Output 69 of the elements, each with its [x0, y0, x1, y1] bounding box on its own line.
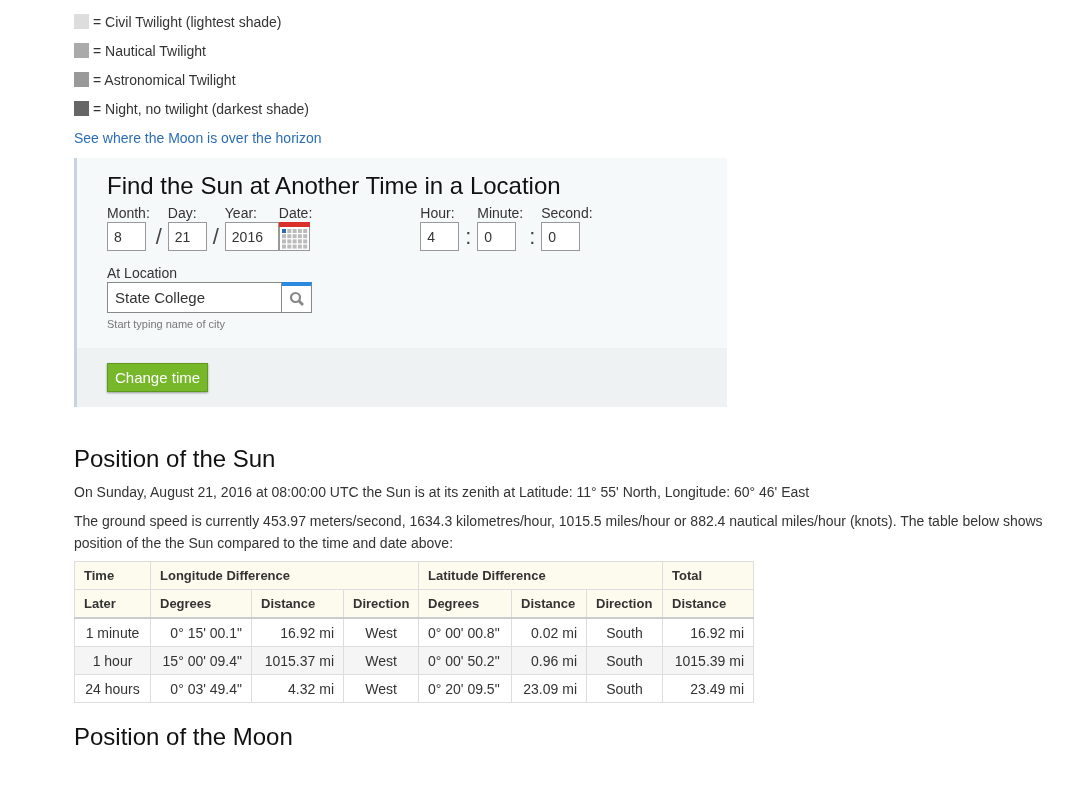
table-cell: 15° 00' 09.4" [150, 646, 252, 675]
input-field[interactable]: 21 [167, 222, 207, 251]
column-header: Degrees [418, 589, 512, 618]
separator: : [528, 223, 537, 251]
table-cell: 4.32 mi [251, 674, 344, 703]
table-cell: South [586, 618, 663, 647]
input-field[interactable]: 8 [107, 222, 146, 251]
table-cell: 0.02 mi [511, 618, 587, 647]
table-cell: 0° 00' 00.8" [418, 618, 512, 647]
table-cell: 1 minute [74, 618, 151, 647]
field-label: Second: [541, 204, 593, 222]
column-header: Direction [586, 589, 663, 618]
field-label: Day: [167, 204, 198, 222]
legend-label: = Nautical Twilight [93, 42, 206, 59]
zenith-text: On Sunday, August 21, 2016 at 08:00:00 UTC the Sun is at its zenith at Latitude: 11° 55' North, Longitude: 60° 46' East [74, 483, 811, 502]
table-cell: 0.96 mi [511, 646, 587, 675]
input-field[interactable]: 2016 [224, 222, 279, 251]
table-cell: 1015.39 mi [662, 646, 754, 675]
field-label: Minute: [477, 204, 524, 222]
field-label: At Location [107, 264, 179, 282]
moon-link[interactable]: See where the Moon is over the horizon [74, 130, 322, 146]
column-header: Time [74, 561, 151, 590]
table-cell: 1 hour [74, 646, 151, 675]
field-label: Hour: [420, 204, 456, 222]
table-cell: 23.49 mi [662, 674, 754, 703]
table-cell: South [586, 646, 663, 675]
input-field[interactable]: 0 [541, 222, 581, 251]
field-hint: Start typing name of city [107, 318, 226, 330]
table-cell: 0° 20' 09.5" [418, 674, 512, 703]
calendar-icon[interactable] [278, 222, 310, 251]
table-cell: West [343, 674, 419, 703]
speed-text: The ground speed is currently 453.97 meters/second, 1634.3 kilometres/hour, 1015.5 miles/hour or 882.4 nautical miles/hour (knots). The table below shows position of the the Sun compared to the time and date above: [74, 512, 1044, 553]
separator: / [154, 223, 163, 251]
table-cell: 0° 00' 50.2" [418, 646, 512, 675]
search-button[interactable] [282, 282, 312, 313]
table-cell: 0° 03' 49.4" [150, 674, 252, 703]
column-header: Total [662, 561, 754, 590]
column-header: Distance [511, 589, 587, 618]
legend-label: = Night, no twilight (darkest shade) [93, 100, 309, 117]
field-label: Month: [107, 204, 150, 222]
field-label: Date: [278, 204, 313, 222]
table-cell: 1015.37 mi [251, 646, 344, 675]
column-header: Later [74, 589, 151, 618]
section-heading: Position of the Moon [74, 723, 294, 751]
legend-label: = Astronomical Twilight [93, 71, 236, 88]
search-icon [288, 291, 305, 307]
column-header: Distance [662, 589, 754, 618]
table-cell: West [343, 646, 419, 675]
table-cell: 16.92 mi [251, 618, 344, 647]
table-cell: 24 hours [74, 674, 151, 703]
table-cell: West [343, 618, 419, 647]
location-field[interactable]: State College [107, 282, 282, 313]
separator: : [464, 223, 473, 251]
separator: / [211, 223, 220, 251]
form-title: Find the Sun at Another Time in a Location [107, 172, 562, 200]
column-header: Longitude Difference [150, 561, 419, 590]
legend-label: = Civil Twilight (lightest shade) [93, 13, 282, 30]
table-cell: 16.92 mi [662, 618, 754, 647]
column-header: Distance [251, 589, 344, 618]
field-label: Year: [224, 204, 258, 222]
table-cell: South [586, 674, 663, 703]
input-field[interactable]: 4 [420, 222, 460, 251]
table-cell: 23.09 mi [511, 674, 587, 703]
table-cell: 0° 15' 00.1" [150, 618, 252, 647]
column-header: Direction [343, 589, 419, 618]
input-field[interactable]: 0 [477, 222, 517, 251]
column-header: Degrees [150, 589, 252, 618]
section-heading: Position of the Sun [74, 445, 277, 473]
column-header: Latitude Difference [418, 561, 663, 590]
